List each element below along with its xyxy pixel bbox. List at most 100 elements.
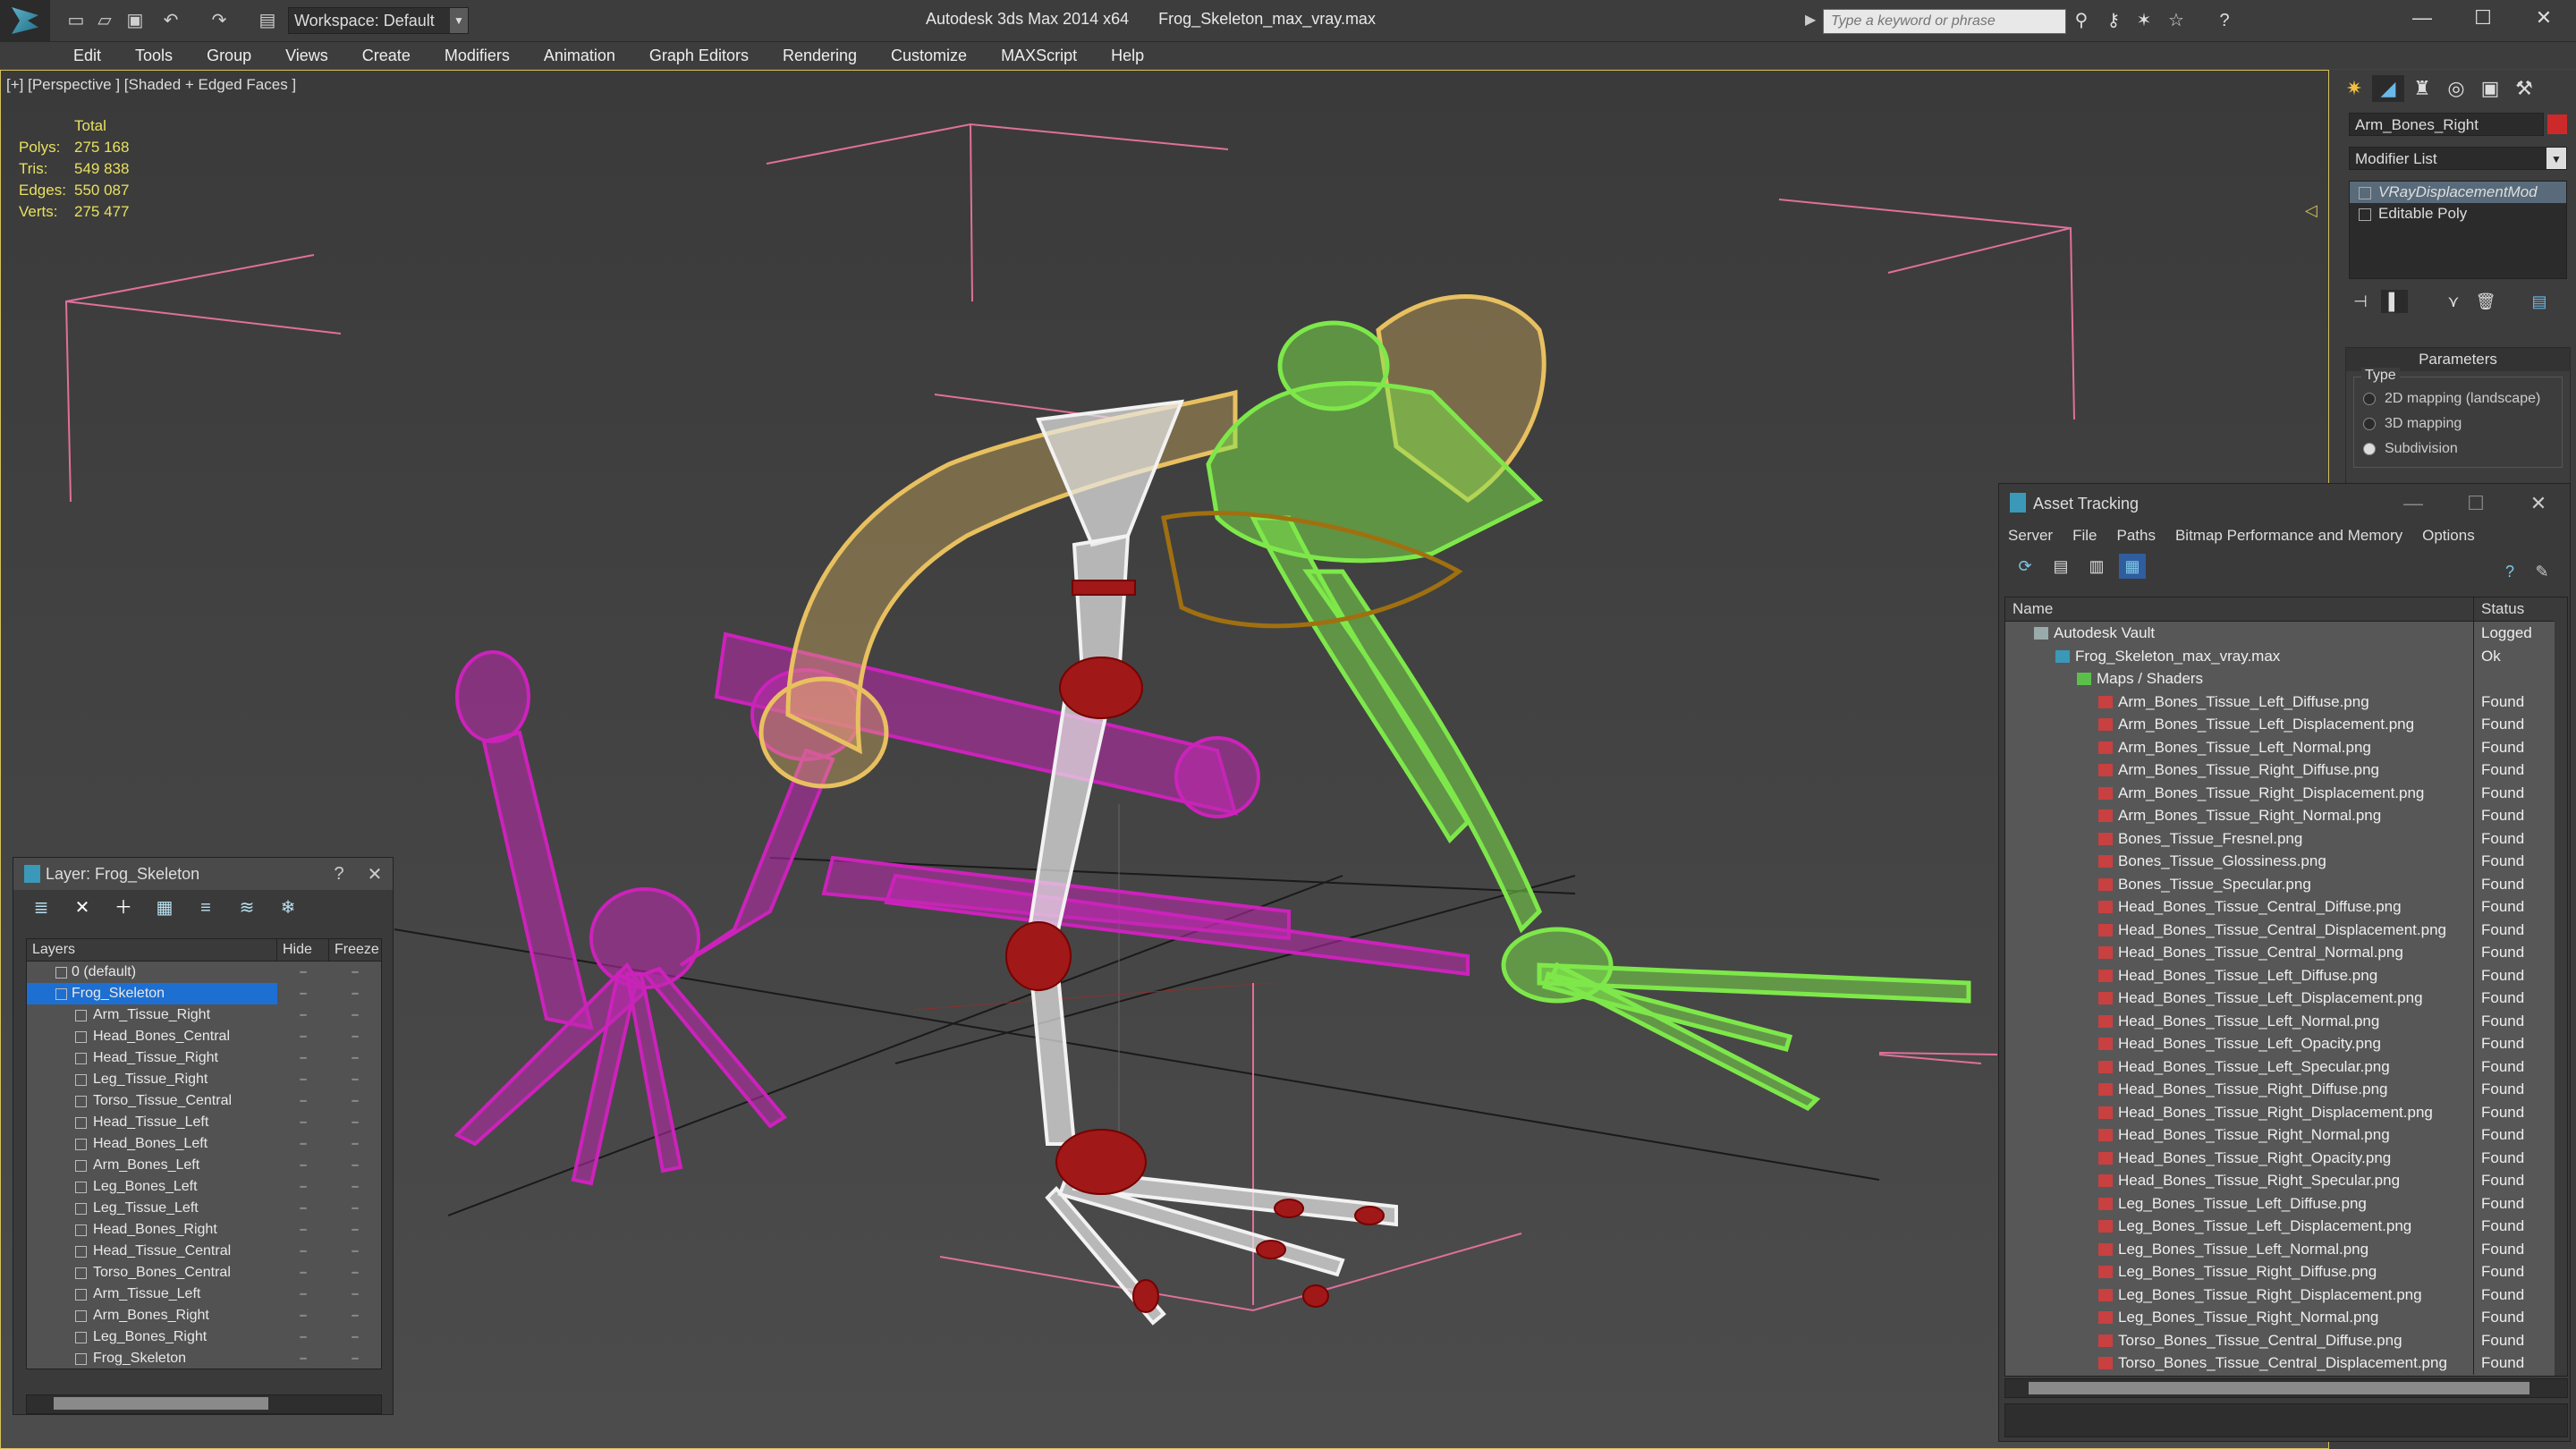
hide-toggle[interactable]: ━ bbox=[277, 1198, 329, 1219]
favorites-star-icon[interactable]: ☆ bbox=[2165, 10, 2188, 31]
layer-row[interactable]: Torso_Tissue_Central ━ ━ bbox=[27, 1090, 381, 1112]
asset-row[interactable]: Head_Bones_Tissue_Left_Diffuse.png Found bbox=[2005, 963, 2567, 987]
freeze-toggle[interactable]: ━ bbox=[329, 1047, 381, 1069]
remove-modifier-icon[interactable]: 🗑 bbox=[2472, 290, 2499, 313]
radio-3d-mapping[interactable]: 3D mapping bbox=[2360, 411, 2556, 436]
hide-toggle[interactable]: ━ bbox=[277, 1004, 329, 1026]
layer-horizontal-scrollbar[interactable] bbox=[26, 1394, 382, 1414]
refresh-icon[interactable]: ⟳ bbox=[2012, 554, 2038, 579]
hide-toggle[interactable]: ━ bbox=[277, 1133, 329, 1155]
menu-tools[interactable]: Tools bbox=[135, 47, 173, 65]
hide-toggle[interactable]: ━ bbox=[277, 1026, 329, 1047]
modify-tab-icon[interactable]: ◢ bbox=[2372, 75, 2404, 102]
project-folder-icon[interactable]: ▤ bbox=[256, 9, 279, 32]
freeze-toggle[interactable]: ━ bbox=[329, 1198, 381, 1219]
binoculars-icon[interactable]: ⚲ bbox=[2070, 10, 2093, 31]
freeze-toggle[interactable]: ━ bbox=[329, 1155, 381, 1176]
freeze-toggle[interactable]: ━ bbox=[329, 1348, 381, 1368]
hide-toggle[interactable]: ━ bbox=[277, 1155, 329, 1176]
add-to-layer-icon[interactable]: ＋ bbox=[108, 895, 139, 920]
search-input[interactable] bbox=[1829, 13, 2047, 30]
menu-customize[interactable]: Customize bbox=[891, 47, 967, 65]
menu-create[interactable]: Create bbox=[362, 47, 411, 65]
col-name[interactable]: Name bbox=[2005, 597, 2474, 621]
object-color-swatch[interactable] bbox=[2547, 114, 2567, 134]
asset-menu-bitmap-performance[interactable]: Bitmap Performance and Memory bbox=[2175, 527, 2402, 545]
app-logo-icon[interactable] bbox=[0, 0, 50, 41]
layer-row[interactable]: Leg_Bones_Left ━ ━ bbox=[27, 1176, 381, 1198]
show-end-result-icon[interactable]: ▌ bbox=[2381, 290, 2408, 313]
layer-row[interactable]: Arm_Bones_Left ━ ━ bbox=[27, 1155, 381, 1176]
asset-row[interactable]: Arm_Bones_Tissue_Right_Displacement.png F… bbox=[2005, 781, 2567, 804]
hide-toggle[interactable]: ━ bbox=[277, 1047, 329, 1069]
hide-toggle[interactable]: ━ bbox=[277, 983, 329, 1004]
asset-row[interactable]: Frog_Skeleton_max_vray.max Ok bbox=[2005, 644, 2567, 667]
stack-item-vray-displacement[interactable]: VRayDisplacementMod bbox=[2350, 182, 2566, 203]
layer-row[interactable]: Frog_Skeleton ━ ━ bbox=[27, 1348, 381, 1368]
maximize-button[interactable]: ☐ bbox=[2453, 0, 2513, 36]
layer-row[interactable]: Arm_Bones_Right ━ ━ bbox=[27, 1305, 381, 1326]
asset-row[interactable]: Head_Bones_Tissue_Central_Displacement.p… bbox=[2005, 918, 2567, 941]
panel-collapse-icon[interactable]: ◁ bbox=[2305, 201, 2318, 220]
pin-stack-icon[interactable]: ⊣ bbox=[2347, 290, 2374, 313]
layer-row[interactable]: Frog_Skeleton ━ ━ bbox=[27, 983, 381, 1004]
hide-all-layers-icon[interactable]: ≋ bbox=[232, 895, 262, 920]
menu-graph-editors[interactable]: Graph Editors bbox=[649, 47, 749, 65]
hide-toggle[interactable]: ━ bbox=[277, 1284, 329, 1305]
expand-icon[interactable] bbox=[2359, 208, 2371, 221]
subscription-icon[interactable]: ⚷ bbox=[2102, 10, 2125, 31]
asset-row[interactable]: Head_Bones_Tissue_Right_Opacity.png Found bbox=[2005, 1146, 2567, 1169]
asset-menu-paths[interactable]: Paths bbox=[2116, 527, 2155, 545]
asset-row[interactable]: Arm_Bones_Tissue_Left_Diffuse.png Found bbox=[2005, 690, 2567, 713]
layer-row[interactable]: Torso_Bones_Central ━ ━ bbox=[27, 1262, 381, 1284]
help-icon[interactable]: ? bbox=[2213, 10, 2236, 31]
hide-toggle[interactable]: ━ bbox=[277, 962, 329, 983]
make-unique-icon[interactable]: ⋎ bbox=[2440, 290, 2467, 313]
hide-toggle[interactable]: ━ bbox=[277, 1348, 329, 1368]
configure-sets-icon[interactable]: ▤ bbox=[2526, 290, 2553, 313]
menu-edit[interactable]: Edit bbox=[73, 47, 101, 65]
create-tab-icon[interactable]: ✷ bbox=[2338, 75, 2370, 102]
asset-row[interactable]: Arm_Bones_Tissue_Right_Diffuse.png Found bbox=[2005, 758, 2567, 782]
save-file-icon[interactable]: ▣ bbox=[123, 9, 147, 32]
delete-layer-icon[interactable]: ✕ bbox=[67, 895, 97, 920]
close-button[interactable]: ✕ bbox=[2507, 492, 2570, 515]
asset-row[interactable]: Head_Bones_Tissue_Left_Displacement.png F… bbox=[2005, 987, 2567, 1010]
asset-row[interactable]: Head_Bones_Tissue_Right_Specular.png Foun… bbox=[2005, 1169, 2567, 1192]
minimize-button[interactable]: — bbox=[2392, 0, 2453, 36]
close-button[interactable]: ✕ bbox=[357, 863, 393, 886]
table-view-icon[interactable]: ▦ bbox=[2119, 554, 2146, 579]
layer-row[interactable]: Head_Bones_Right ━ ━ bbox=[27, 1219, 381, 1241]
freeze-toggle[interactable]: ━ bbox=[329, 1262, 381, 1284]
asset-vertical-scrollbar[interactable] bbox=[2555, 597, 2567, 1376]
asset-row[interactable]: Leg_Bones_Tissue_Left_Normal.png Found bbox=[2005, 1237, 2567, 1260]
asset-row[interactable]: Head_Bones_Tissue_Central_Normal.png Foun… bbox=[2005, 941, 2567, 964]
asset-row[interactable]: Bones_Tissue_Fresnel.png Found bbox=[2005, 826, 2567, 850]
close-button[interactable]: ✕ bbox=[2513, 0, 2574, 36]
menu-animation[interactable]: Animation bbox=[544, 47, 615, 65]
freeze-toggle[interactable]: ━ bbox=[329, 1176, 381, 1198]
asset-row[interactable]: Autodesk Vault Logged bbox=[2005, 622, 2567, 645]
asset-row[interactable]: Arm_Bones_Tissue_Right_Normal.png Found bbox=[2005, 804, 2567, 827]
col-hide[interactable]: Hide bbox=[277, 939, 329, 961]
minimize-button[interactable]: — bbox=[2382, 492, 2445, 515]
layer-window-titlebar[interactable]: Layer: Frog_Skeleton ? ✕ bbox=[13, 858, 393, 890]
asset-row[interactable]: Torso_Bones_Tissue_Central_Diffuse.png Fo… bbox=[2005, 1328, 2567, 1352]
freeze-toggle[interactable]: ━ bbox=[329, 1219, 381, 1241]
new-layer-icon[interactable]: ≣ bbox=[26, 895, 56, 920]
asset-row[interactable]: Leg_Bones_Tissue_Left_Displacement.png Fo… bbox=[2005, 1215, 2567, 1238]
help-icon[interactable]: ? bbox=[2496, 559, 2523, 584]
asset-menu-server[interactable]: Server bbox=[2008, 527, 2053, 545]
select-in-layer-icon[interactable]: ▦ bbox=[149, 895, 180, 920]
menu-views[interactable]: Views bbox=[285, 47, 328, 65]
search-box[interactable] bbox=[1823, 9, 2066, 34]
asset-menu-options[interactable]: Options bbox=[2422, 527, 2475, 545]
asset-row[interactable]: Bones_Tissue_Specular.png Found bbox=[2005, 872, 2567, 895]
help-button[interactable]: ? bbox=[321, 864, 357, 885]
asset-row[interactable]: Bones_Tissue_Glossiness.png Found bbox=[2005, 850, 2567, 873]
menu-rendering[interactable]: Rendering bbox=[783, 47, 857, 65]
freeze-toggle[interactable]: ━ bbox=[329, 1026, 381, 1047]
menu-help[interactable]: Help bbox=[1111, 47, 1144, 65]
expand-search-icon[interactable]: ▶ bbox=[1805, 11, 1816, 29]
list-view-icon[interactable]: ▤ bbox=[2047, 554, 2074, 579]
